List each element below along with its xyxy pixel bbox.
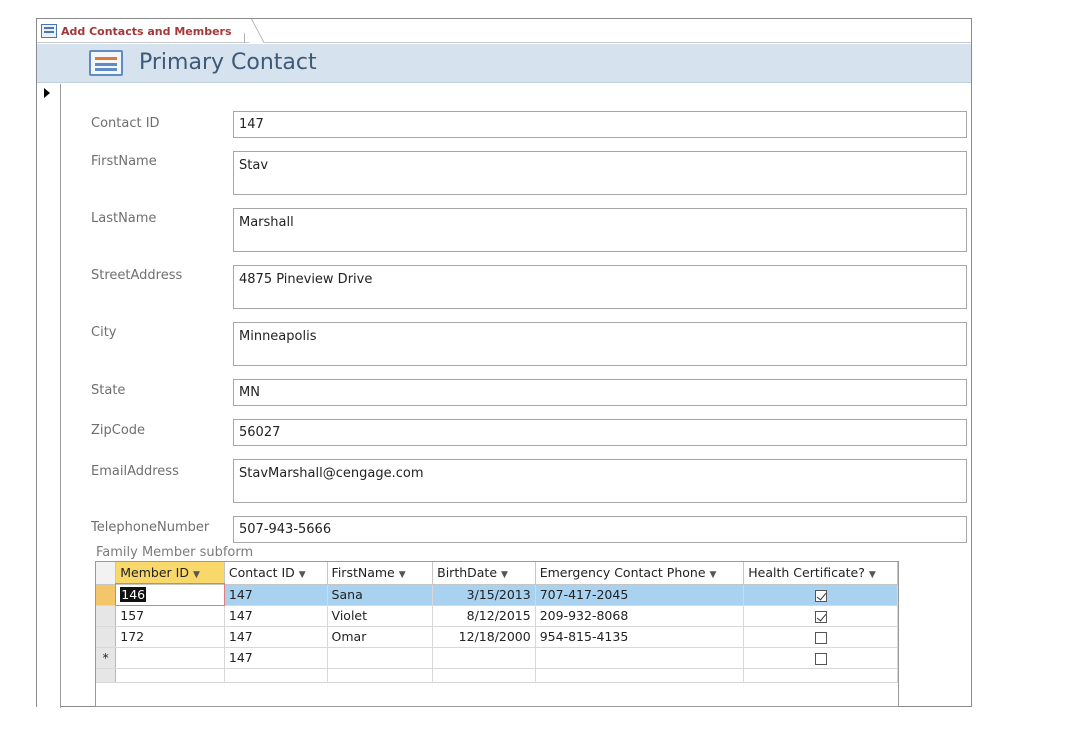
- form-window: Add Contacts and Members Primary Contact…: [36, 18, 972, 708]
- state-label: State: [91, 383, 126, 398]
- table-row[interactable]: 157 147 Violet 8/12/2015 209-932-8068: [96, 605, 898, 627]
- column-header-label: Emergency Contact Phone: [539, 565, 706, 581]
- column-header-member-id[interactable]: Member ID ▼: [115, 562, 225, 585]
- column-header-label: BirthDate: [437, 565, 498, 581]
- datasheet-header-row: Member ID ▼ Contact ID ▼ FirstName ▼ BirthD…: [96, 562, 898, 585]
- column-header-label: Contact ID: [228, 565, 295, 581]
- email-address-label: EmailAddress: [91, 464, 179, 479]
- health-certificate-checkbox[interactable]: [814, 631, 827, 644]
- chevron-down-icon[interactable]: ▼: [299, 570, 306, 580]
- first-name-cell[interactable]: Sana: [327, 584, 434, 606]
- health-certificate-checkbox[interactable]: [814, 610, 827, 623]
- page-title: Primary Contact: [139, 50, 317, 75]
- empty-cell: [327, 668, 434, 683]
- birth-date-cell[interactable]: 12/18/2000: [432, 626, 536, 648]
- street-address-label: StreetAddress: [91, 268, 183, 283]
- column-header-first-name[interactable]: FirstName ▼: [327, 562, 434, 585]
- record-selector[interactable]: [37, 84, 61, 708]
- tab-add-contacts-and-members[interactable]: Add Contacts and Members: [37, 19, 245, 43]
- zip-code-field[interactable]: 56027: [233, 419, 967, 446]
- member-id-cell[interactable]: 172: [115, 626, 225, 648]
- current-record-arrow-icon: [44, 88, 50, 98]
- empty-cell: [432, 668, 536, 683]
- first-name-cell[interactable]: Omar: [327, 626, 434, 648]
- street-address-field[interactable]: 4875 Pineview Drive: [233, 265, 967, 309]
- row-selector: [96, 668, 117, 683]
- family-member-datasheet: Member ID ▼ Contact ID ▼ FirstName ▼ BirthD…: [96, 562, 898, 683]
- chevron-down-icon[interactable]: ▼: [501, 570, 508, 580]
- chevron-down-icon[interactable]: ▼: [869, 570, 876, 580]
- tab-label: Add Contacts and Members: [61, 24, 232, 38]
- select-all-corner[interactable]: [96, 562, 117, 585]
- chevron-down-icon[interactable]: ▼: [399, 570, 406, 580]
- member-id-cell[interactable]: 146: [114, 583, 226, 606]
- contact-id-cell[interactable]: 147: [224, 584, 328, 606]
- table-row[interactable]: 172 147 Omar 12/18/2000 954-815-4135: [96, 626, 898, 648]
- first-name-cell[interactable]: Violet: [327, 605, 434, 627]
- phone-cell[interactable]: 954-815-4135: [535, 626, 745, 648]
- birth-date-cell[interactable]: 8/12/2015: [432, 605, 536, 627]
- phone-cell[interactable]: [535, 647, 745, 669]
- telephone-number-label: TelephoneNumber: [91, 520, 210, 535]
- chevron-down-icon[interactable]: ▼: [193, 570, 200, 580]
- telephone-number-field[interactable]: 507-943-5666: [233, 516, 967, 543]
- birth-date-cell[interactable]: [432, 647, 536, 669]
- contact-id-field[interactable]: 147: [233, 111, 967, 138]
- phone-cell[interactable]: 707-417-2045: [535, 584, 745, 606]
- column-header-label: Health Certificate?: [748, 565, 865, 581]
- form-header-icon: [89, 50, 123, 76]
- health-certificate-cell[interactable]: [743, 605, 898, 627]
- row-selector[interactable]: [96, 584, 117, 606]
- zip-code-label: ZipCode: [91, 423, 146, 438]
- chevron-down-icon[interactable]: ▼: [710, 570, 717, 580]
- column-header-health-certificate[interactable]: Health Certificate? ▼: [743, 562, 898, 585]
- city-label: City: [91, 325, 117, 340]
- column-header-label: Member ID: [120, 565, 189, 581]
- column-header-birth-date[interactable]: BirthDate ▼: [432, 562, 536, 585]
- email-address-field[interactable]: StavMarshall@cengage.com: [233, 459, 967, 503]
- form-header: Primary Contact: [37, 44, 971, 83]
- column-header-contact-id[interactable]: Contact ID ▼: [224, 562, 328, 585]
- first-name-cell[interactable]: [327, 647, 434, 669]
- state-field[interactable]: MN: [233, 379, 967, 406]
- health-certificate-checkbox[interactable]: [814, 652, 827, 665]
- table-row[interactable]: 146 147 Sana 3/15/2013 707-417-2045: [96, 583, 898, 606]
- column-header-label: FirstName: [331, 565, 395, 581]
- health-certificate-cell[interactable]: [743, 647, 898, 669]
- empty-cell: [535, 668, 745, 683]
- last-name-label: LastName: [91, 211, 157, 226]
- last-name-field[interactable]: Marshall: [233, 208, 967, 252]
- empty-cell: [743, 668, 898, 683]
- row-selector[interactable]: [96, 605, 117, 627]
- first-name-label: FirstName: [91, 154, 157, 169]
- family-member-subform: Member ID ▼ Contact ID ▼ FirstName ▼ BirthD…: [95, 561, 899, 707]
- health-certificate-cell[interactable]: [743, 626, 898, 648]
- column-header-emergency-contact-phone[interactable]: Emergency Contact Phone ▼: [535, 562, 745, 585]
- form-icon: [41, 24, 57, 38]
- document-tab-bar: Add Contacts and Members: [37, 19, 971, 43]
- member-id-cell[interactable]: [115, 647, 225, 669]
- city-field[interactable]: Minneapolis: [233, 322, 967, 366]
- health-certificate-cell[interactable]: [743, 584, 898, 606]
- phone-cell[interactable]: 209-932-8068: [535, 605, 745, 627]
- row-selector[interactable]: [96, 626, 117, 648]
- birth-date-cell[interactable]: 3/15/2013: [432, 584, 536, 606]
- subform-label: Family Member subform: [96, 545, 254, 560]
- contact-id-label: Contact ID: [91, 116, 160, 131]
- contact-id-cell[interactable]: 147: [224, 605, 328, 627]
- contact-id-cell[interactable]: 147: [224, 626, 328, 648]
- new-record-marker[interactable]: *: [96, 647, 117, 669]
- new-record-row[interactable]: * 147: [96, 647, 898, 669]
- first-name-field[interactable]: Stav: [233, 151, 967, 195]
- empty-row: [96, 668, 898, 683]
- member-id-cell[interactable]: 157: [115, 605, 225, 627]
- empty-cell: [224, 668, 328, 683]
- empty-cell: [115, 668, 225, 683]
- member-id-value: 146: [120, 587, 147, 602]
- health-certificate-checkbox[interactable]: [814, 589, 827, 602]
- contact-id-cell[interactable]: 147: [224, 647, 328, 669]
